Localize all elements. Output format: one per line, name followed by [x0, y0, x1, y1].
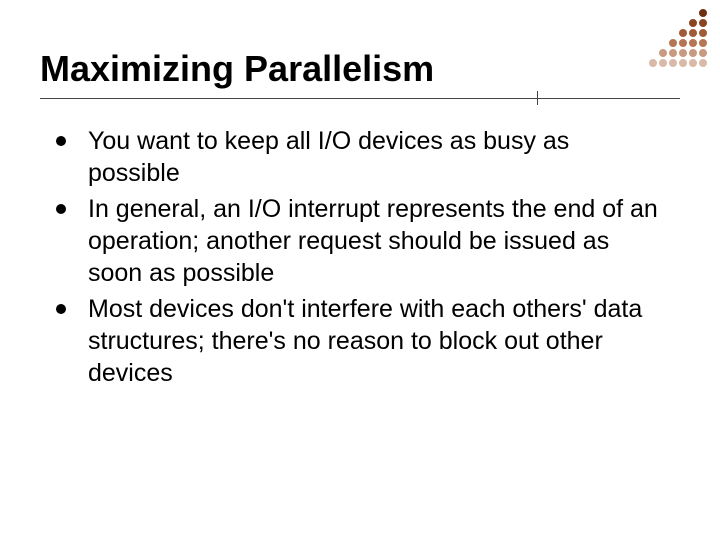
list-item: In general, an I/O interrupt represents …	[54, 193, 660, 289]
bullet-list: You want to keep all I/O devices as busy…	[40, 125, 680, 389]
list-item: Most devices don't interfere with each o…	[54, 293, 660, 389]
slide-title: Maximizing Parallelism	[40, 48, 680, 90]
list-item: You want to keep all I/O devices as busy…	[54, 125, 660, 189]
slide: Maximizing Parallelism You want to keep …	[0, 0, 720, 540]
title-underline	[40, 98, 680, 99]
title-block: Maximizing Parallelism	[40, 48, 680, 99]
title-tick-mark	[537, 91, 539, 105]
